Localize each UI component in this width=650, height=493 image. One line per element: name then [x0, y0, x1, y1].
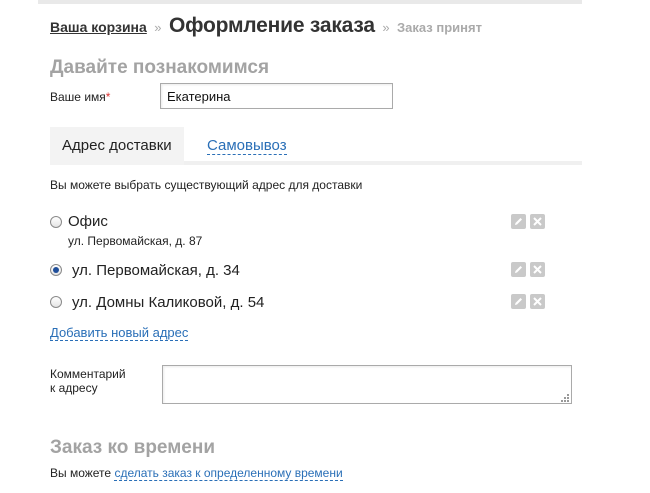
name-label-text: Ваше имя — [50, 90, 106, 104]
breadcrumb: Ваша корзина » Оформление заказа » Заказ… — [50, 14, 482, 38]
pencil-icon — [515, 298, 522, 305]
top-divider — [38, 0, 582, 4]
name-input[interactable] — [160, 83, 393, 109]
address-title: ул. Первомайская, д. 34 — [72, 262, 240, 279]
delete-address-button[interactable] — [530, 262, 545, 277]
resize-grip-icon[interactable] — [559, 392, 570, 403]
edit-address-button[interactable] — [511, 262, 526, 277]
section-title-timed-order: Заказ ко времени — [50, 437, 216, 458]
section-title-intro: Давайте познакомимся — [50, 57, 270, 78]
pencil-icon — [515, 218, 522, 225]
delete-address-button[interactable] — [530, 294, 545, 309]
timed-order-link[interactable]: сделать заказ к определенному времени — [114, 466, 343, 481]
breadcrumb-next-step: Заказ принят — [397, 20, 482, 35]
address-title: ул. Домны Каликовой, д. 54 — [72, 294, 265, 311]
close-icon — [533, 217, 542, 226]
address-radio-pervomayskaya[interactable] — [50, 264, 62, 276]
timed-order-hint-text: Вы можете — [50, 466, 112, 480]
close-icon — [533, 265, 542, 274]
timed-order-hint: Вы можете сделать заказ к определенному … — [50, 466, 343, 481]
comment-label: Комментарий к адресу — [50, 367, 126, 395]
delete-address-button[interactable] — [530, 214, 545, 229]
breadcrumb-separator: » — [154, 20, 162, 35]
address-subtitle: ул. Первомайская, д. 87 — [68, 234, 203, 248]
breadcrumb-separator: » — [382, 20, 390, 35]
name-label: Ваше имя* — [50, 90, 110, 104]
delivery-tabs: Адрес доставки Самовывоз — [50, 127, 582, 165]
page-title: Оформление заказа — [168, 14, 375, 37]
tab-pickup[interactable]: Самовывоз — [195, 127, 299, 165]
address-radio-kalikovoy[interactable] — [50, 296, 62, 308]
required-mark: * — [105, 90, 111, 104]
address-comment-field[interactable] — [162, 365, 572, 404]
address-radio-office[interactable] — [50, 216, 62, 228]
add-new-address-link[interactable]: Добавить новый адрес — [50, 326, 189, 341]
tab-delivery-address[interactable]: Адрес доставки — [50, 127, 184, 165]
edit-address-button[interactable] — [511, 214, 526, 229]
address-title: Офис — [68, 213, 108, 230]
comment-label-line1: Комментарий — [50, 367, 126, 381]
comment-label-line2: к адресу — [50, 381, 98, 395]
address-hint: Вы можете выбрать существующий адрес для… — [50, 178, 363, 192]
breadcrumb-cart-link[interactable]: Ваша корзина — [50, 19, 147, 35]
edit-address-button[interactable] — [511, 294, 526, 309]
pencil-icon — [515, 266, 522, 273]
close-icon — [533, 297, 542, 306]
tab-pickup-label: Самовывоз — [207, 137, 287, 155]
